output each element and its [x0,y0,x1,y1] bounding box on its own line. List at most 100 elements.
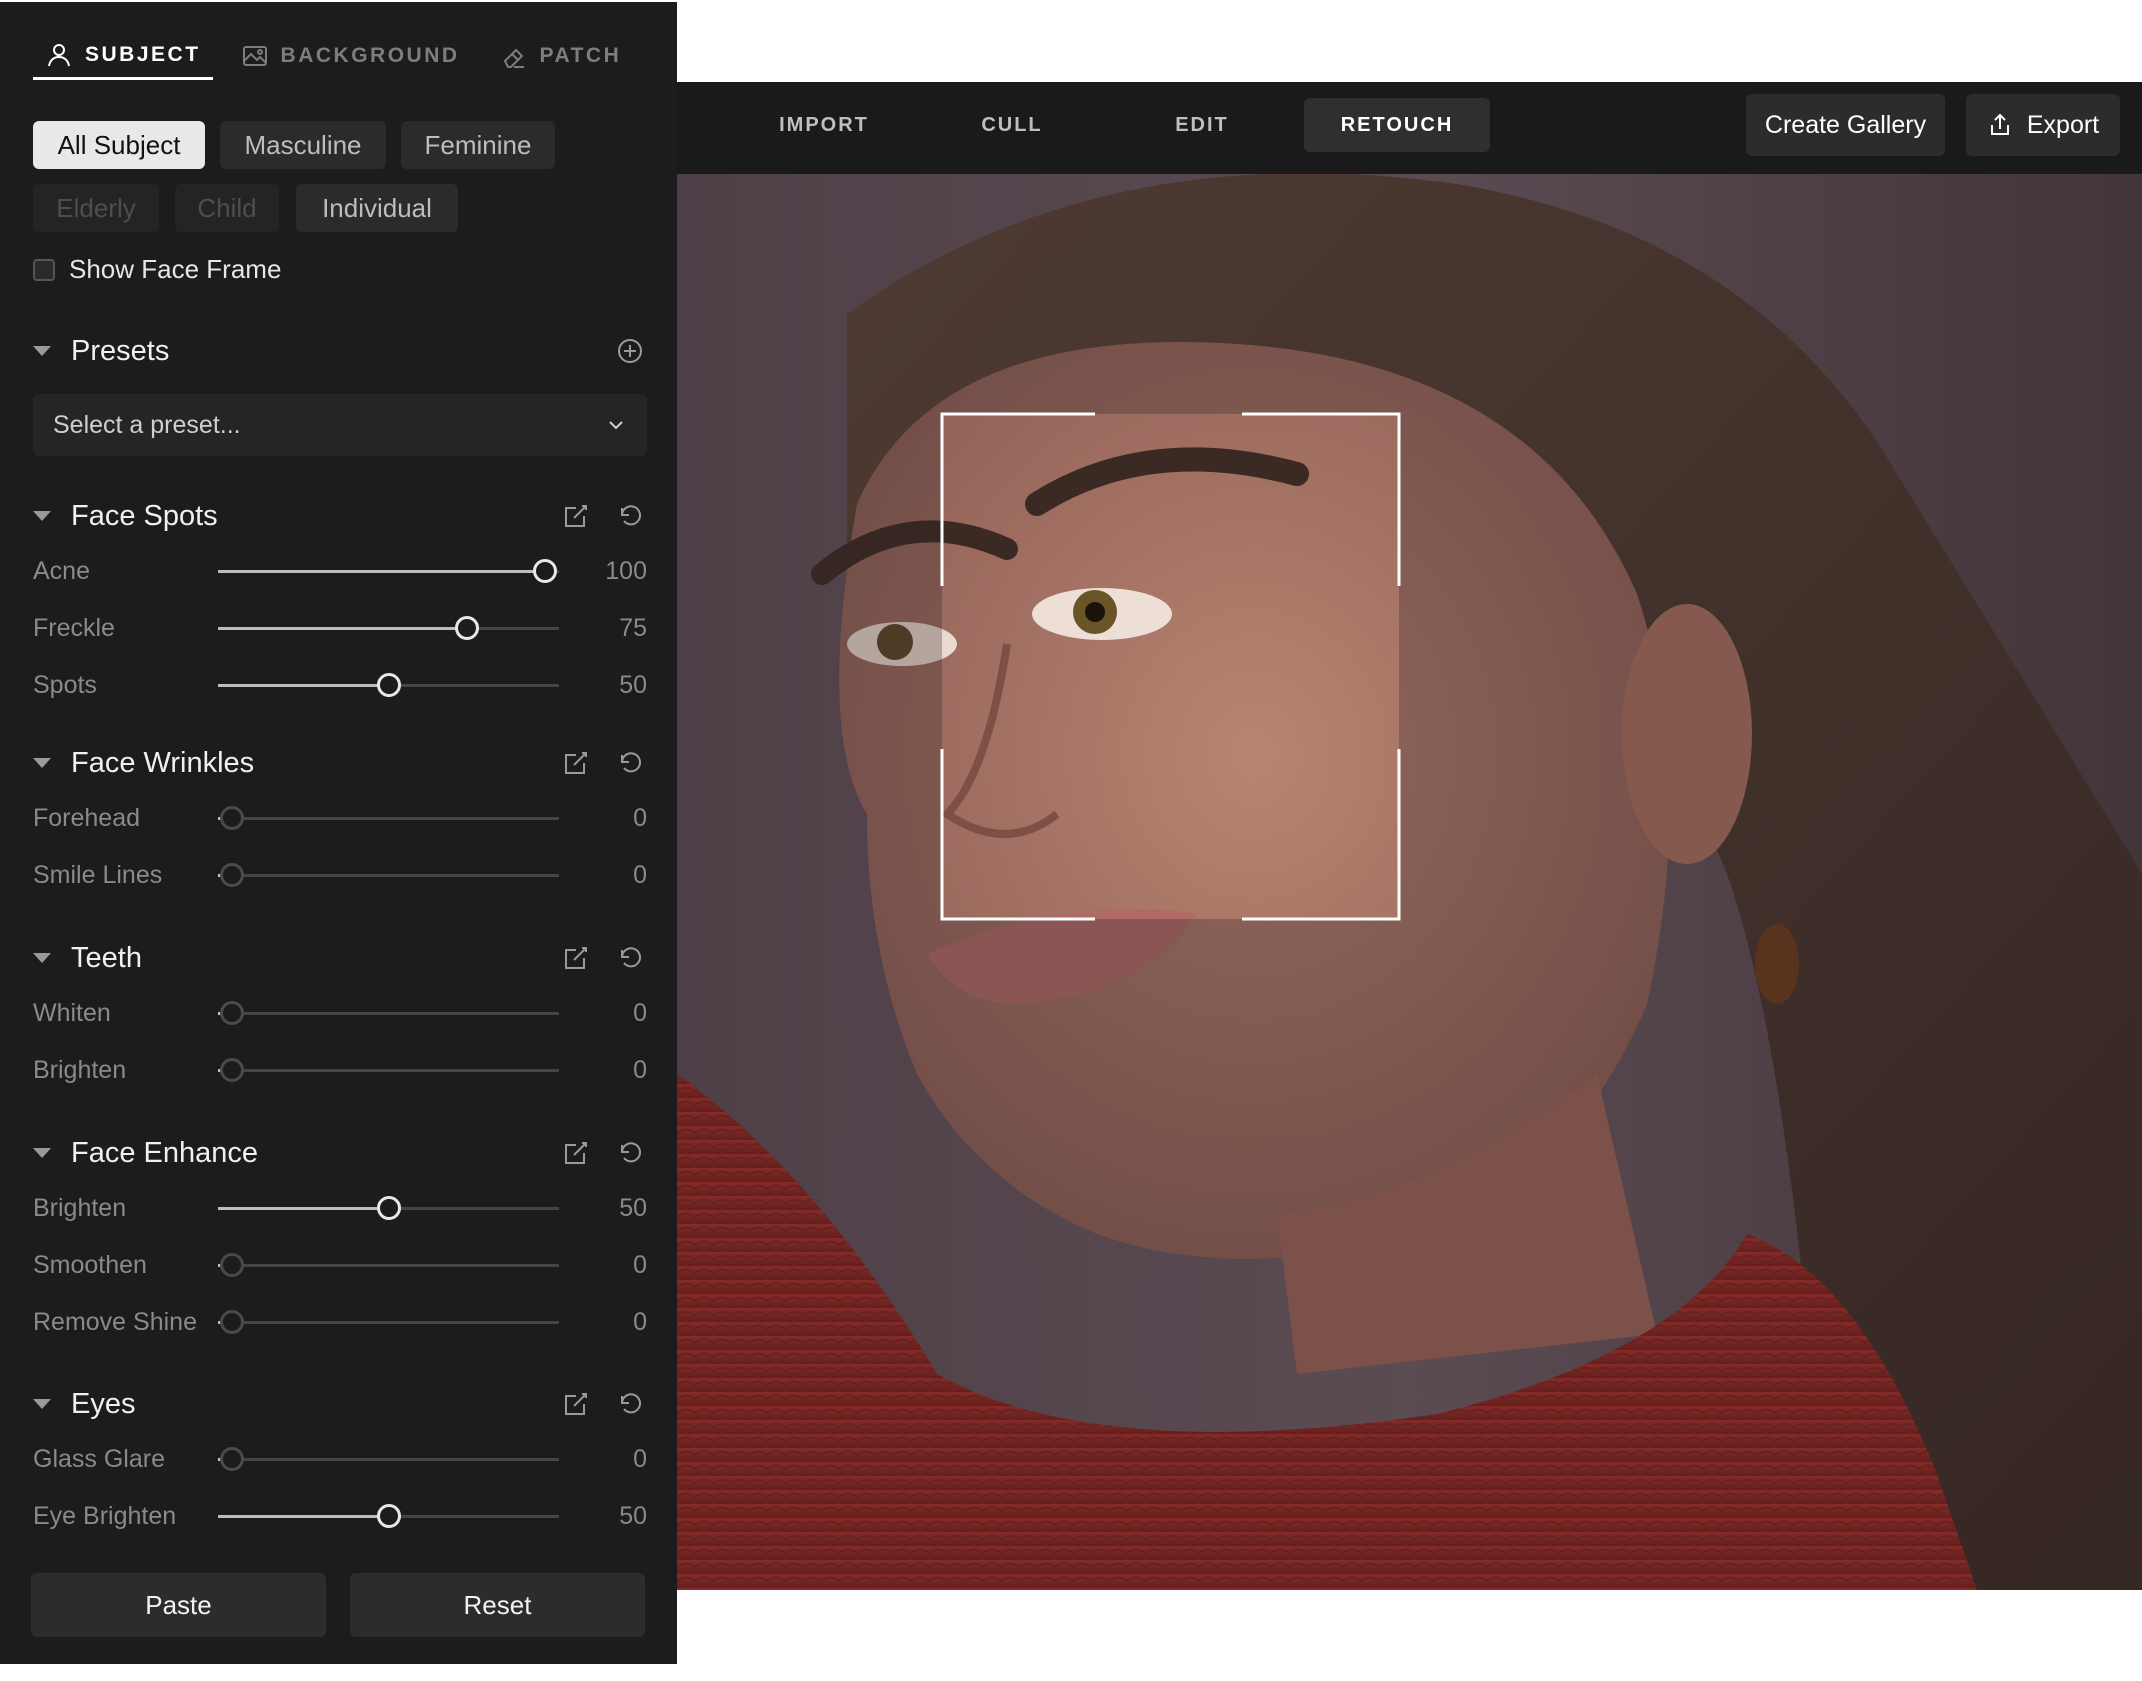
slider-track[interactable] [218,863,559,887]
slider-row-glass-glare: Glass Glare 0 [33,1439,647,1479]
slider-row-smile-lines: Smile Lines 0 [33,855,647,895]
tab-subject[interactable]: SUBJECT [33,32,213,80]
caret-down-icon[interactable] [33,511,51,521]
slider-value: 0 [633,1444,647,1473]
slider-track[interactable] [218,1058,559,1082]
slider-knob[interactable] [220,1253,244,1277]
undo-icon[interactable] [615,943,645,973]
nav-retouch[interactable]: RETOUCH [1304,98,1490,152]
slider-label: Smile Lines [33,860,163,889]
create-gallery-label: Create Gallery [1764,110,1927,139]
slider-label: Remove Shine [33,1307,197,1336]
undo-icon[interactable] [615,1389,645,1419]
slider-value: 100 [605,556,647,585]
tab-patch[interactable]: PATCH [488,32,634,80]
undo-icon[interactable] [615,748,645,778]
show-face-frame-checkbox[interactable] [33,258,55,281]
section-teeth-header[interactable]: Teeth [33,936,645,980]
landscape-icon [242,46,267,66]
chip-masculine[interactable]: Masculine [220,121,386,169]
section-face-enhance-header[interactable]: Face Enhance [33,1131,645,1175]
slider-value: 0 [633,1307,647,1336]
slider-value: 0 [633,1055,647,1084]
slider-row-whiten: Whiten 0 [33,993,647,1033]
slider-knob[interactable] [533,559,557,583]
show-face-frame-label: Show Face Frame [69,254,282,284]
slider-track[interactable] [218,1504,559,1528]
slider-track[interactable] [218,1001,559,1025]
section-title: Teeth [71,941,142,974]
presets-header[interactable]: Presets [33,329,645,373]
slider-knob[interactable] [220,1447,244,1471]
chip-elderly[interactable]: Elderly [33,184,159,232]
edit-icon[interactable] [561,748,591,778]
slider-knob[interactable] [220,806,244,830]
section-eyes-header[interactable]: Eyes [33,1382,645,1426]
slider-track[interactable] [218,1310,559,1334]
tab-background[interactable]: BACKGROUND [229,32,472,80]
paste-button[interactable]: Paste [31,1573,326,1637]
portrait-photo [677,174,2142,1590]
slider-track[interactable] [218,559,559,583]
presets-title: Presets [71,334,170,367]
edit-icon[interactable] [561,943,591,973]
retouch-panel: SUBJECT BACKGROUND PATCH All Subject Mas… [0,2,677,1664]
chip-feminine[interactable]: Feminine [401,121,555,169]
slider-knob[interactable] [220,1058,244,1082]
slider-label: Acne [33,556,90,585]
reset-button[interactable]: Reset [350,1573,645,1637]
slider-label: Whiten [33,998,111,1027]
caret-down-icon[interactable] [33,953,51,963]
edit-icon[interactable] [561,1389,591,1419]
caret-down-icon[interactable] [33,758,51,768]
slider-track[interactable] [218,673,559,697]
slider-value: 0 [633,998,647,1027]
add-preset-icon[interactable] [615,336,645,366]
slider-label: Brighten [33,1055,127,1084]
caret-down-icon[interactable] [33,1399,51,1409]
edit-icon[interactable] [561,1138,591,1168]
undo-icon[interactable] [615,1138,645,1168]
slider-track[interactable] [218,806,559,830]
caret-down-icon[interactable] [33,346,51,356]
slider-label: Glass Glare [33,1444,165,1473]
slider-knob[interactable] [220,1001,244,1025]
slider-value: 50 [619,1501,647,1530]
slider-track[interactable] [218,616,559,640]
eraser-icon [503,48,524,68]
chip-all-subject[interactable]: All Subject [33,121,205,169]
tab-background-label: BACKGROUND [280,44,460,67]
preset-select-placeholder: Select a preset... [53,410,241,439]
slider-value: 50 [619,670,647,699]
slider-knob[interactable] [376,673,401,697]
tab-subject-label: SUBJECT [85,42,201,66]
slider-fill [218,684,389,687]
nav-import[interactable]: IMPORT [731,98,917,152]
export-button[interactable]: Export [1966,94,2120,156]
slider-row-smoothen: Smoothen 0 [33,1245,647,1285]
nav-cull[interactable]: CULL [919,98,1105,152]
slider-knob[interactable] [376,1196,401,1220]
chip-child[interactable]: Child [175,184,279,232]
slider-knob[interactable] [376,1504,401,1528]
create-gallery-button[interactable]: Create Gallery [1746,94,1945,156]
slider-track[interactable] [218,1447,559,1471]
slider-row-remove-shine: Remove Shine 0 [33,1302,647,1342]
caret-down-icon[interactable] [33,1148,51,1158]
edit-icon[interactable] [561,501,591,531]
undo-icon[interactable] [615,501,645,531]
slider-track[interactable] [218,1196,559,1220]
section-face-spots-header[interactable]: Face Spots [33,494,645,538]
slider-label: Freckle [33,613,115,642]
show-face-frame-row: Show Face Frame [33,254,281,285]
nav-edit[interactable]: EDIT [1109,98,1295,152]
slider-knob[interactable] [220,863,244,887]
section-face-wrinkles-header[interactable]: Face Wrinkles [33,741,645,785]
section-title: Eyes [71,1387,136,1420]
chip-individual[interactable]: Individual [296,184,458,232]
preset-select[interactable]: Select a preset... [33,394,647,456]
slider-knob[interactable] [454,616,479,640]
slider-track[interactable] [218,1253,559,1277]
workflow-topbar: IMPORT CULL EDIT RETOUCH Create Gallery … [677,82,2142,174]
slider-knob[interactable] [220,1310,244,1334]
